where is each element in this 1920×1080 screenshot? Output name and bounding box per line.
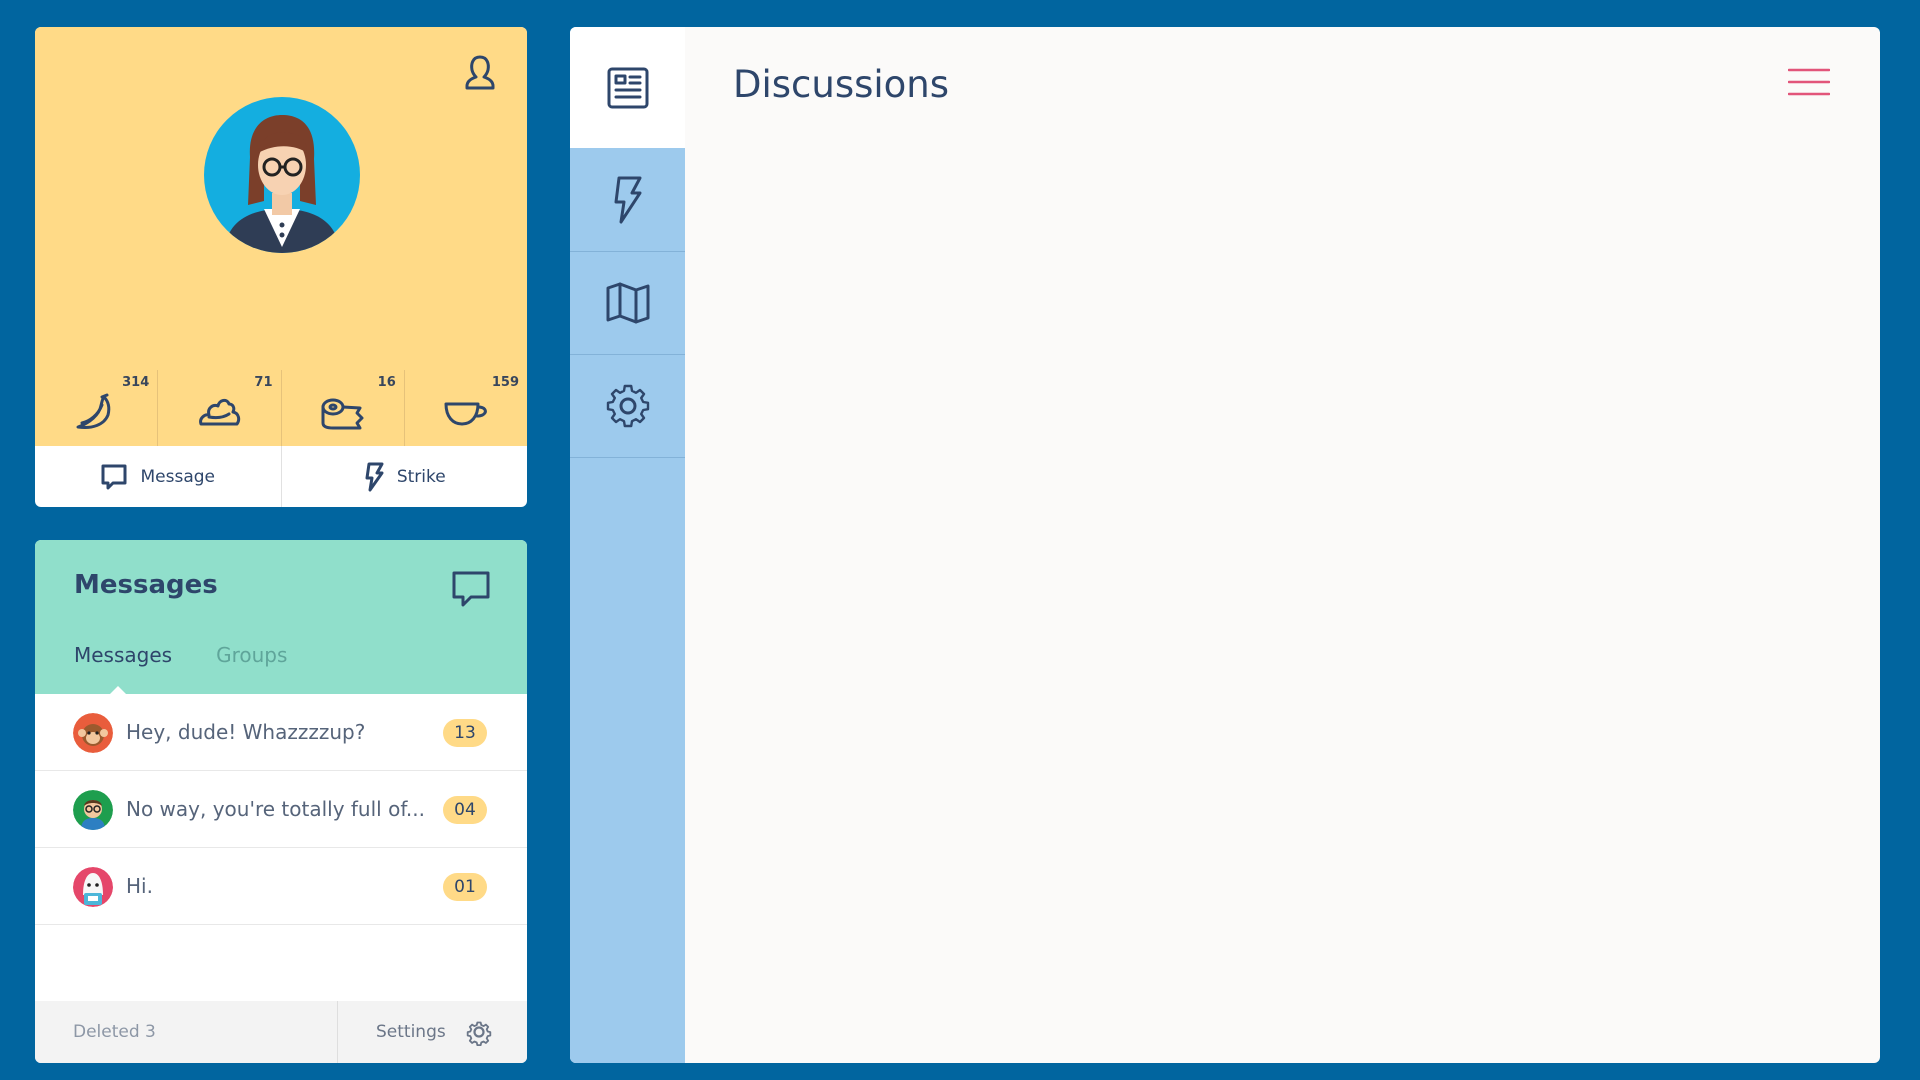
strike-button-label: Strike (396, 466, 446, 487)
toilet-paper-icon (320, 396, 366, 430)
message-list: Hey, dude! Whazzzzup? 13 No way, you're … (35, 694, 527, 925)
settings-label: Settings (376, 1022, 446, 1042)
nav-item-lightning[interactable] (570, 148, 685, 252)
stat-count: 16 (377, 375, 396, 390)
side-nav (570, 27, 685, 1063)
messages-header: Messages Messages Groups (35, 540, 527, 695)
stat-toilet-paper[interactable]: 16 (280, 370, 404, 446)
messages-tabs: Messages Groups (74, 643, 287, 667)
deleted-link[interactable]: Deleted 3 (35, 1001, 337, 1063)
nav-item-settings[interactable] (570, 355, 685, 458)
messages-card: Messages Messages Groups Hey, dude! Whaz… (35, 540, 527, 1063)
stat-bananas[interactable]: 314 (35, 370, 157, 446)
deleted-label: Deleted 3 (73, 1022, 156, 1042)
messages-title: Messages (74, 570, 218, 600)
message-row-3[interactable]: Hi. 01 (35, 848, 527, 925)
user-icon[interactable] (463, 53, 497, 91)
stat-cups[interactable]: 159 (403, 370, 527, 446)
whipped-cream-icon (197, 396, 241, 430)
message-preview: Hey, dude! Whazzzzup? (126, 720, 366, 744)
nav-item-news[interactable] (570, 27, 685, 148)
profile-stats: 314 71 16 159 (35, 370, 527, 446)
message-preview: Hi. (126, 874, 153, 898)
chat-bubble-icon[interactable] (451, 570, 491, 608)
avatar (73, 790, 113, 830)
main-panel: Discussions (570, 27, 1880, 1063)
nav-item-map[interactable] (570, 252, 685, 355)
page-title: Discussions (733, 63, 950, 106)
profile-actions: Message Strike (35, 446, 527, 507)
stat-cream[interactable]: 71 (157, 370, 280, 446)
avatar (73, 867, 113, 907)
strike-button[interactable]: Strike (280, 446, 528, 507)
unread-badge: 04 (443, 796, 487, 824)
lightning-icon (610, 175, 646, 225)
stat-count: 314 (122, 375, 150, 390)
stat-count: 159 (491, 375, 519, 390)
profile-avatar (204, 97, 360, 253)
cup-icon (443, 399, 489, 427)
tab-groups[interactable]: Groups (216, 643, 287, 667)
hamburger-menu-icon[interactable] (1788, 67, 1830, 97)
stat-count: 71 (254, 375, 273, 390)
settings-button[interactable]: Settings (337, 1001, 527, 1063)
gear-icon (465, 1018, 493, 1046)
message-row-2[interactable]: No way, you're totally full of... 04 (35, 771, 527, 848)
unread-badge: 13 (443, 719, 487, 747)
unread-badge: 01 (443, 873, 487, 901)
profile-card: 314 71 16 159 Message Strike (35, 27, 527, 507)
message-button[interactable]: Message (35, 446, 281, 507)
map-icon (605, 281, 651, 325)
gear-icon (604, 382, 652, 430)
message-preview: No way, you're totally full of... (126, 797, 425, 821)
message-row-1[interactable]: Hey, dude! Whazzzzup? 13 (35, 694, 527, 771)
tab-messages[interactable]: Messages (74, 643, 172, 667)
banana-icon (74, 393, 118, 433)
profile-header: 314 71 16 159 (35, 27, 527, 446)
chat-bubble-icon (100, 463, 128, 491)
message-button-label: Message (140, 466, 215, 487)
messages-footer: Deleted 3 Settings (35, 1001, 527, 1063)
avatar (73, 713, 113, 753)
news-icon (606, 66, 650, 110)
lightning-icon (363, 461, 385, 493)
